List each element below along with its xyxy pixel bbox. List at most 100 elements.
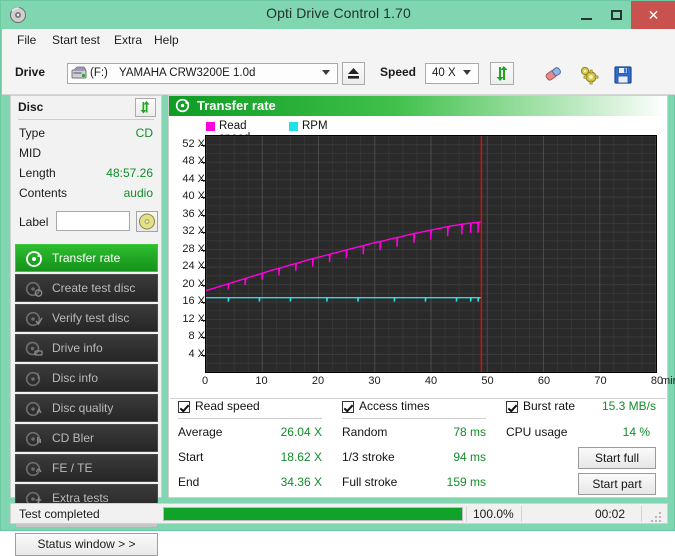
disc-label-picker-button[interactable] [136,211,158,232]
burst-rate-value: 15.3 MB/s [601,399,656,413]
sidebar-item-disc-info[interactable]: i Disc info [15,364,158,392]
disc-row-length: Length 48:57.26 [11,166,161,184]
sidebar-item-transfer-rate[interactable]: Transfer rate [15,244,158,272]
result-value: 159 ms [446,475,486,489]
minimize-button[interactable] [571,1,601,29]
disc-quality-icon [25,400,43,418]
result-key: Full stroke [342,475,398,489]
sidebar-item-verify-test-disc[interactable]: Verify test disc [15,304,158,332]
disc-refresh-button[interactable] [135,98,156,117]
result-row-average: Average 26.04 X [178,425,324,446]
close-button[interactable]: ✕ [631,1,675,29]
sidebar-item-label: CD Bler [52,431,95,445]
menu-item-file[interactable]: File [10,32,43,48]
settings-button[interactable] [576,62,600,85]
menu-item-start-test[interactable]: Start test [45,32,107,48]
menu-item-extra[interactable]: Extra [107,32,149,48]
sidebar-item-drive-info[interactable]: Drive info [15,334,158,362]
disc-row-key: Contents [19,186,68,200]
x-axis-label: 70 [594,375,607,387]
y-axis-label: 36 X [182,207,205,220]
progress-bar-fill [164,508,462,520]
chart-plot-area: 4 X 8 X 12 X 16 X 20 X 24 X 28 X 32 X 36 X 40 X 44… [169,135,675,395]
erase-button[interactable] [541,62,565,85]
start-full-button[interactable]: Start full [578,447,656,469]
y-axis-label: 44 X [182,172,205,185]
sidebar-item-label: Drive info [52,341,103,355]
refresh-icon [140,101,150,114]
y-axis-label: 52 X [182,137,205,150]
y-axis-label: 28 X [182,242,205,255]
burst-rate-header: Burst rate 15.3 MB/s [506,399,658,419]
result-key: Start [178,450,204,464]
result-key: CPU usage [506,425,568,439]
maximize-button[interactable] [601,1,631,29]
disc-row-key: MID [19,146,41,160]
disc-verify-icon [25,310,43,328]
gear-icon [580,66,599,85]
result-value: 18.62 X [280,450,322,464]
drive-select[interactable]: (F:) YAMAHA CRW3200E 1.0d [67,63,338,84]
sidebar-item-disc-quality[interactable]: Disc quality [15,394,158,422]
divider [466,506,467,522]
legend-swatch-rpm [289,122,298,131]
disc-row-key: Type [19,126,46,140]
result-row-start: Start 18.62 X [178,450,324,471]
divider [18,119,154,120]
cd-disc-icon [139,213,155,230]
start-part-button[interactable]: Start part [578,473,656,495]
disc-row-value: CD [135,126,153,140]
drive-letter: (F:) [90,67,108,79]
y-axis-label: 4 X [188,347,205,360]
access-times-checkbox[interactable] [342,401,354,413]
menu-item-help[interactable]: Help [147,32,186,48]
disc-transfer-icon [175,98,190,113]
x-axis-label: 20 [311,375,325,387]
status-bar: Test completed 100.0% 00:02 [10,503,668,524]
chart-header: Transfer rate [169,96,667,116]
burst-rate-checkbox[interactable] [506,401,518,413]
speed-label: Speed [380,65,417,79]
y-axis-label: 8 X [188,330,205,343]
speed-select[interactable]: 40 X [425,63,479,84]
result-key: Random [342,425,388,439]
eject-button[interactable] [342,62,365,85]
result-row-end: End 34.36 X [178,475,324,496]
result-value: 26.04 X [280,425,322,439]
disc-row-value: 48:57.26 [106,166,153,180]
resize-grip[interactable] [651,512,663,522]
y-axis-label: 16 X [182,295,205,308]
x-axis-label: 60 [537,375,551,387]
sidebar-item-fe-te[interactable]: FE / TE [15,454,158,482]
disc-row-key: Length [19,166,56,180]
disc-label-input[interactable] [56,211,130,231]
title-bar: Opti Drive Control 1.70 ✕ [1,1,675,29]
sidebar-item-label: Disc quality [52,401,114,415]
y-axis-label: 32 X [182,225,205,238]
x-axis-ticks: 01020304050607080min [169,375,675,391]
sidebar-item-cd-bler[interactable]: CD Bler [15,424,158,452]
result-key: Average [178,425,223,439]
chart-canvas [205,135,657,373]
navigation-list: Transfer rate Create test disc Verify te… [15,244,158,514]
legend-label-rpm: RPM [302,120,328,132]
save-button[interactable] [610,62,634,85]
read-speed-checkbox[interactable] [178,401,190,413]
status-window-button[interactable]: Status window > > [15,533,158,556]
divider [641,506,642,522]
x-axis-label: 40 [424,375,438,387]
disc-row-contents: Contents audio [11,186,161,204]
disc-panel-title: Disc [18,100,44,114]
results-column-burst-rate: Burst rate 15.3 MB/s CPU usage 14 % Star… [506,399,658,495]
x-axis-label: 0 [201,375,209,387]
sidebar-item-label: Transfer rate [52,251,121,265]
read-speed-header: Read speed [178,399,330,419]
progress-bar [163,507,463,521]
result-row-cpu-usage: CPU usage 14 % [506,425,652,446]
sidebar-item-create-test-disc[interactable]: Create test disc [15,274,158,302]
result-value: 94 ms [453,450,486,464]
elapsed-time: 00:02 [594,507,625,521]
legend-swatch-read-speed [206,122,215,131]
sidebar-item-label: Create test disc [52,281,136,295]
refresh-button[interactable] [490,62,514,85]
